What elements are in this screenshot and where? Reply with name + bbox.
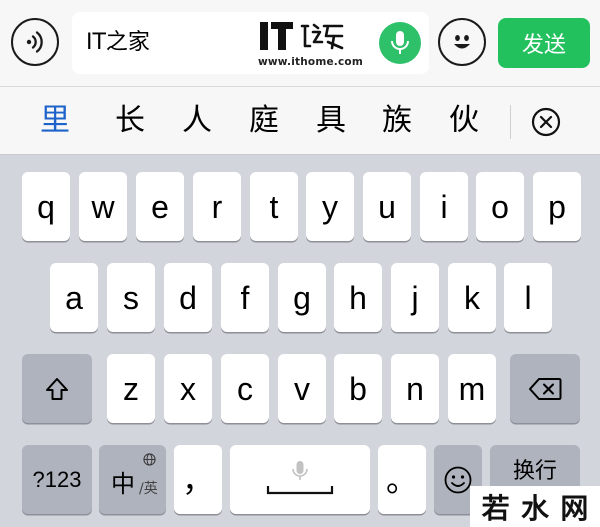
key-letter[interactable]: t [250, 172, 298, 241]
ithome-watermark: www.ithome.com [258, 20, 363, 72]
space-key[interactable] [230, 445, 370, 514]
candidate-item[interactable]: 族 [372, 101, 422, 141]
key-letter[interactable]: g [278, 263, 326, 332]
candidate-item[interactable]: 人 [172, 101, 222, 141]
ithome-url-text: www.ithome.com [258, 56, 363, 68]
message-input[interactable]: IT之家 www.ithome.com [72, 12, 429, 74]
voice-mode-button[interactable] [11, 18, 59, 66]
key-letter[interactable]: l [504, 263, 552, 332]
microphone-icon [391, 31, 409, 54]
candidate-item[interactable]: 庭 [239, 101, 289, 141]
candidate-item[interactable]: 具 [306, 101, 356, 141]
send-button[interactable]: 发送 [498, 18, 590, 68]
key-letter[interactable]: e [136, 172, 184, 241]
key-letter[interactable]: k [448, 263, 496, 332]
backspace-icon [529, 377, 562, 400]
key-letter[interactable]: f [221, 263, 269, 332]
globe-icon [143, 453, 156, 466]
key-letter[interactable]: b [334, 354, 382, 423]
candidate-item[interactable]: 里 [30, 101, 80, 141]
numbers-key[interactable]: ?123 [22, 445, 92, 514]
key-letter[interactable]: p [533, 172, 581, 241]
shift-key[interactable] [22, 354, 92, 423]
candidate-item[interactable]: 长 [105, 101, 155, 141]
voice-wave-icon [26, 31, 43, 53]
watermark-char: 网 [560, 491, 589, 525]
key-letter[interactable]: s [107, 263, 155, 332]
site-watermark: 若 水 网 [470, 486, 600, 527]
emoji-button[interactable] [438, 18, 486, 66]
watermark-char: 若 [481, 491, 510, 525]
watermark-char: 水 [520, 491, 549, 525]
close-circle-icon [531, 107, 561, 137]
key-letter[interactable]: n [391, 354, 439, 423]
key-letter[interactable]: o [476, 172, 524, 241]
key-letter[interactable]: w [79, 172, 127, 241]
key-letter[interactable]: r [193, 172, 241, 241]
period-key[interactable]: 。 [378, 445, 426, 514]
candidate-bar: 里 长 人 庭 具 族 伙 [0, 87, 600, 155]
comma-key[interactable]: ， [174, 445, 222, 514]
smiley-face-icon [454, 35, 470, 49]
chat-input-bar: IT之家 www.ithome.com 发送 [0, 0, 600, 87]
key-letter[interactable]: y [306, 172, 354, 241]
key-letter[interactable]: u [363, 172, 411, 241]
ithome-logo-icon [260, 22, 344, 50]
key-letter[interactable]: c [221, 354, 269, 423]
voice-input-button[interactable] [379, 22, 421, 64]
shift-arrow-icon [46, 377, 68, 400]
key-letter[interactable]: h [334, 263, 382, 332]
key-letter[interactable]: z [107, 354, 155, 423]
key-letter[interactable]: q [22, 172, 70, 241]
language-switch-key[interactable]: 中 /英 [99, 445, 166, 514]
key-letter[interactable]: d [164, 263, 212, 332]
candidate-divider [510, 105, 511, 139]
key-letter[interactable]: v [278, 354, 326, 423]
space-mic-icon [266, 460, 334, 494]
key-letter[interactable]: i [420, 172, 468, 241]
backspace-key[interactable] [510, 354, 580, 423]
key-letter[interactable]: j [391, 263, 439, 332]
key-letter[interactable]: m [448, 354, 496, 423]
clear-candidates-button[interactable] [527, 103, 565, 141]
candidate-item[interactable]: 伙 [439, 101, 489, 141]
key-letter[interactable]: a [50, 263, 98, 332]
key-letter[interactable]: x [164, 354, 212, 423]
message-input-text: IT之家 [86, 30, 150, 55]
emoji-face-icon [444, 466, 472, 493]
